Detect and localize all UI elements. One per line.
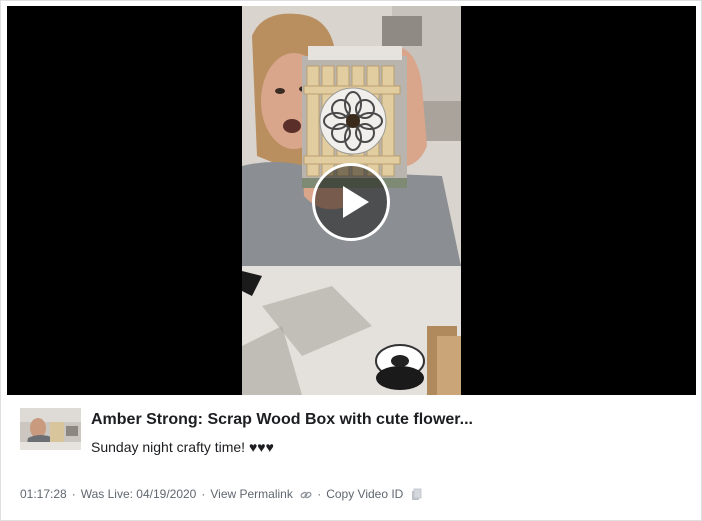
copy-icon <box>411 488 422 501</box>
separator: · <box>71 487 76 502</box>
link-icon <box>300 491 312 499</box>
video-description: Sunday night crafty time! ♥♥♥ <box>91 439 274 455</box>
video-title[interactable]: Amber Strong: Scrap Wood Box with cute f… <box>91 411 473 429</box>
view-permalink-label: View Permalink <box>210 487 293 502</box>
separator: · <box>317 487 322 502</box>
video-meta: 01:17:28 · Was Live: 04/19/2020 · View P… <box>20 487 422 501</box>
video-duration: 01:17:28 <box>20 487 67 502</box>
video-details: Amber Strong: Scrap Wood Box with cute f… <box>1 395 701 520</box>
copy-video-id-label: Copy Video ID <box>326 487 404 501</box>
video-card: Amber Strong: Scrap Wood Box with cute f… <box>0 0 702 521</box>
play-icon <box>343 186 369 218</box>
live-date: Was Live: 04/19/2020 <box>80 487 197 502</box>
copy-video-id-button[interactable]: Copy Video ID <box>326 487 422 501</box>
view-permalink-link[interactable]: View Permalink <box>210 487 312 501</box>
thumbnail-image <box>20 408 81 450</box>
play-button[interactable] <box>312 163 390 241</box>
separator: · <box>201 487 206 502</box>
video-thumbnail[interactable] <box>20 408 81 450</box>
video-player[interactable] <box>7 6 696 395</box>
